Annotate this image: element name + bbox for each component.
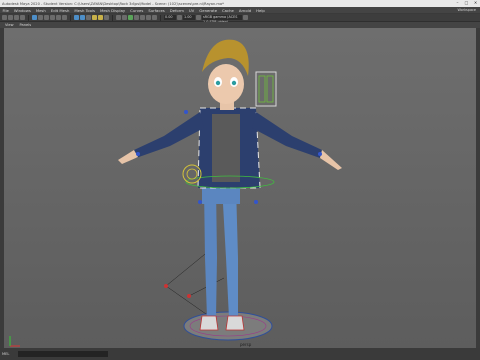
select-camera-icon[interactable] — [2, 15, 7, 20]
xray-icon[interactable] — [116, 15, 121, 20]
3d-viewport[interactable]: persp — [4, 28, 476, 348]
panel-menu-view[interactable]: View — [2, 23, 17, 27]
menu-item[interactable]: Edit Mesh — [48, 8, 72, 13]
anti-aliasing-icon[interactable] — [146, 15, 151, 20]
face-slider[interactable] — [258, 75, 266, 103]
wireframe-icon[interactable] — [74, 15, 79, 20]
wrist-control[interactable] — [136, 152, 140, 156]
separator — [28, 14, 29, 21]
undershirt — [212, 114, 240, 182]
isolate-select-icon[interactable] — [128, 15, 133, 20]
menu-item[interactable]: Surfaces — [146, 8, 167, 13]
window-controls: – □ ✕ — [455, 1, 478, 5]
shadows-icon[interactable] — [104, 15, 109, 20]
panel-menu-panels[interactable]: Panels — [17, 23, 35, 27]
pole-vector-control[interactable] — [164, 284, 168, 288]
lock-camera-icon[interactable] — [8, 15, 13, 20]
left-arm — [134, 112, 204, 158]
field-chart-icon[interactable] — [56, 15, 61, 20]
separator — [112, 14, 113, 21]
menu-item[interactable]: Generate — [197, 8, 220, 13]
camera-name: persp — [240, 342, 252, 347]
menu-item[interactable]: Curves — [128, 8, 146, 13]
maximize-button[interactable]: □ — [464, 1, 469, 5]
separator — [160, 14, 161, 21]
safe-action-icon[interactable] — [62, 15, 67, 20]
command-line-bar: MEL — [0, 348, 480, 360]
gamma-field[interactable]: 1.00 — [183, 15, 195, 20]
knee-control[interactable] — [254, 200, 258, 204]
title-bar: Autodesk Maya 2020 - Student Version: C:… — [0, 0, 480, 7]
color-management-icon[interactable] — [196, 15, 201, 20]
window-title: Autodesk Maya 2020 - Student Version: C:… — [2, 1, 224, 6]
bookmark-icon[interactable] — [14, 15, 19, 20]
menu-item[interactable]: Mesh Display — [97, 8, 127, 13]
menu-item[interactable]: Windows — [11, 8, 33, 13]
ik-line — [165, 249, 211, 287]
exposure-field[interactable]: 0.00 — [164, 15, 176, 20]
use-all-lights-icon[interactable] — [98, 15, 103, 20]
right-panel-edge — [476, 28, 480, 348]
film-gate-icon[interactable] — [38, 15, 43, 20]
wireframe-on-shaded-icon[interactable] — [86, 15, 91, 20]
gamma-icon[interactable] — [177, 15, 182, 20]
clavicle-control[interactable] — [184, 110, 188, 114]
scene-render: persp — [9, 39, 342, 347]
knee-control[interactable] — [198, 200, 202, 204]
textured-icon[interactable] — [92, 15, 97, 20]
menu-item[interactable]: UV — [186, 8, 196, 13]
menu-item[interactable]: Help — [254, 8, 268, 13]
image-plane-icon[interactable] — [20, 15, 25, 20]
minimize-button[interactable]: – — [455, 1, 460, 5]
wrist-control[interactable] — [318, 152, 322, 156]
workspace-label[interactable]: Workspace — [457, 8, 476, 12]
menu-item[interactable]: Arnold — [236, 8, 253, 13]
resolution-gate-icon[interactable] — [44, 15, 49, 20]
left-leg — [204, 186, 217, 318]
torso-fk-inner[interactable] — [186, 168, 198, 180]
grid-icon[interactable] — [32, 15, 37, 20]
right-iris — [231, 80, 237, 86]
left-hand — [118, 150, 138, 164]
depth-of-field-icon[interactable] — [152, 15, 157, 20]
separator — [70, 14, 71, 21]
right-shoe — [225, 315, 245, 331]
head — [208, 64, 244, 104]
menu-item[interactable]: Mesh — [33, 8, 48, 13]
right-leg — [222, 186, 238, 318]
command-input[interactable] — [18, 351, 108, 357]
right-arm — [252, 112, 322, 158]
left-shoe — [199, 315, 219, 331]
menu-item[interactable]: Deform — [167, 8, 186, 13]
main-menubar: File Windows Mesh Edit Mesh Mesh Tools M… — [0, 7, 480, 14]
face-slider[interactable] — [266, 75, 274, 103]
color-space-icon[interactable] — [243, 15, 248, 20]
menu-item[interactable]: Cache — [220, 8, 237, 13]
right-hand — [320, 150, 342, 170]
viewport-toolbar: 0.00 1.00 sRGB gamma (ACES 1.0 SDR-video… — [0, 14, 480, 24]
smooth-shade-icon[interactable] — [80, 15, 85, 20]
pole-vector-control[interactable] — [187, 294, 191, 298]
close-button[interactable]: ✕ — [473, 1, 478, 5]
menu-item[interactable]: File — [0, 8, 11, 13]
screen-space-ao-icon[interactable] — [134, 15, 139, 20]
motion-blur-icon[interactable] — [140, 15, 145, 20]
xray-joints-icon[interactable] — [122, 15, 127, 20]
view-transform-field[interactable]: sRGB gamma (ACES 1.0 SDR-video) — [202, 15, 242, 24]
menu-item[interactable]: Mesh Tools — [72, 8, 98, 13]
left-iris — [215, 80, 221, 86]
mel-label[interactable]: MEL — [0, 352, 14, 356]
gate-mask-icon[interactable] — [50, 15, 55, 20]
